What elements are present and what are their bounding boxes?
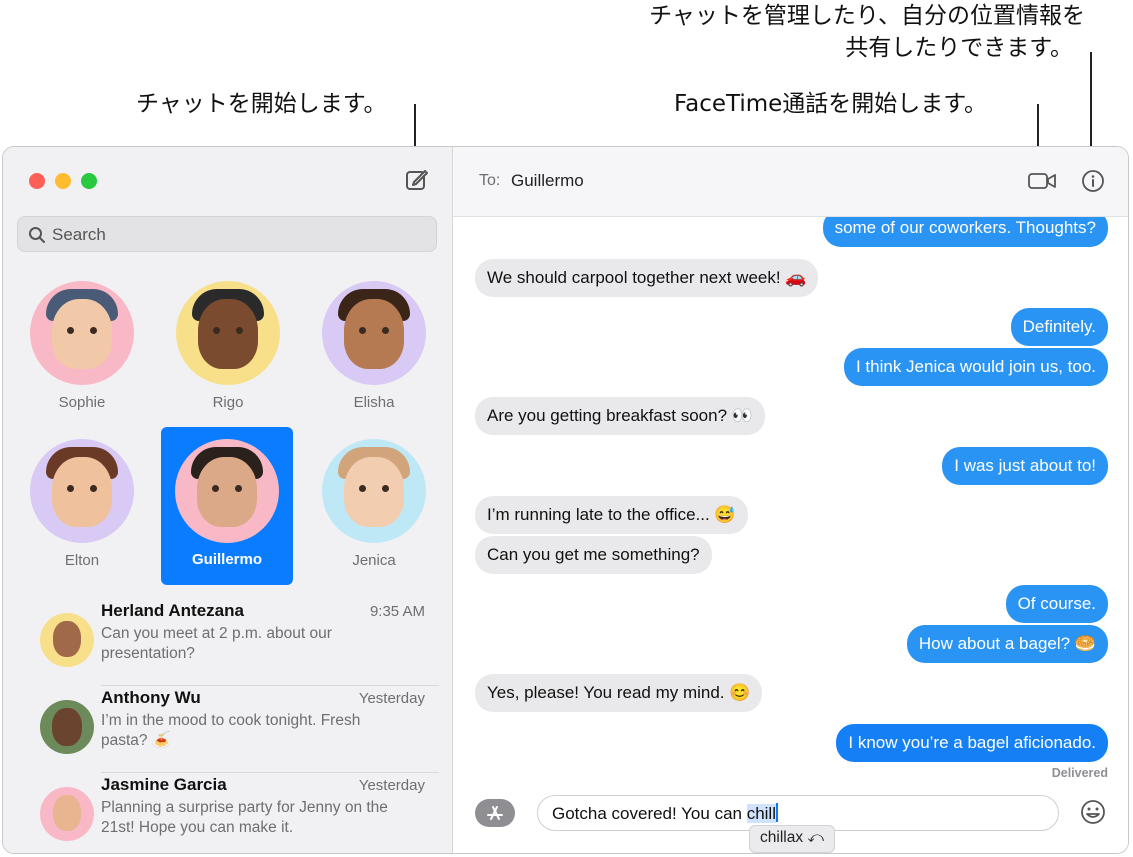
- compose-button[interactable]: [404, 167, 430, 193]
- conversation-name: Anthony Wu: [101, 688, 201, 707]
- pinned-contact-name: Jenica: [352, 552, 396, 569]
- pinned-contact-name: Rigo: [212, 394, 244, 411]
- conversation-time: Yesterday: [358, 777, 425, 794]
- message-bubble-incoming[interactable]: Yes, please! You read my mind. 😊: [475, 674, 763, 712]
- delivery-status: Delivered: [1051, 766, 1108, 780]
- zoom-window-button[interactable]: [81, 173, 97, 189]
- facetime-video-button[interactable]: [1027, 169, 1057, 197]
- pinned-contact-elisha[interactable]: Elisha: [309, 281, 439, 439]
- message-bubble-incoming[interactable]: We should carpool together next week! 🚗: [475, 259, 819, 297]
- message-bubble-outgoing[interactable]: I was just about to!: [942, 447, 1108, 485]
- avatar: [322, 439, 426, 543]
- callout-manage-line2: 共有したりできます。: [845, 35, 1073, 61]
- details-info-button[interactable]: [1081, 169, 1105, 197]
- video-icon: [1028, 173, 1056, 189]
- search-icon: [29, 227, 45, 243]
- to-label: To:: [479, 172, 501, 189]
- pinned-contact-name: Sophie: [58, 394, 106, 411]
- message-bubble-outgoing[interactable]: Definitely.: [1010, 308, 1108, 346]
- message-bubble-incoming[interactable]: Are you getting breakfast soon? 👀: [475, 397, 765, 435]
- avatar: [40, 613, 94, 667]
- autocorrect-highlight: chill: [746, 804, 776, 823]
- message-typed-text: Gotcha covered! You can: [552, 804, 747, 823]
- conversation-name: Herland Antezana: [101, 601, 244, 620]
- avatar: [176, 281, 280, 385]
- autocorrect-suggestion[interactable]: chillax ⤺: [749, 825, 835, 853]
- message-bubble-outgoing[interactable]: I know you’re a bagel aficionado.: [836, 724, 1108, 762]
- minimize-window-button[interactable]: [55, 173, 71, 189]
- pinned-contact-elton[interactable]: Elton: [17, 439, 147, 597]
- pinned-contact-guillermo[interactable]: Guillermo: [161, 427, 293, 585]
- pinned-contact-name: Elisha: [353, 394, 395, 411]
- message-bubble-outgoing[interactable]: How about a bagel? 🥯: [906, 625, 1108, 663]
- conversation-item-anthony[interactable]: Anthony Wu Yesterday I’m in the mood to …: [3, 686, 453, 773]
- conversation-time: 9:35 AM: [369, 603, 425, 620]
- message-bubble-incoming[interactable]: Can you get me something?: [475, 536, 712, 574]
- chat-header: To: Guillermo: [453, 147, 1128, 217]
- conversation-item-jasmine[interactable]: Jasmine Garcia Yesterday Planning a surp…: [3, 773, 453, 853]
- pinned-contact-sophie[interactable]: Sophie: [17, 281, 147, 439]
- conversation-name: Jasmine Garcia: [101, 775, 227, 794]
- conversation-time: Yesterday: [358, 690, 425, 707]
- avatar: [175, 439, 279, 543]
- callout-manage-line1: チャットを管理したり、自分の位置情報を: [649, 3, 1085, 29]
- app-store-icon: [487, 806, 503, 820]
- conversation-preview: Planning a surprise party for Jenny on t…: [101, 799, 388, 836]
- search-field[interactable]: Search: [17, 216, 437, 252]
- avatar: [322, 281, 426, 385]
- callout-facetime: FaceTime通話を開始します。: [674, 91, 987, 117]
- message-bubble-incoming[interactable]: I’m running late to the office... 😅: [475, 496, 748, 534]
- conversation-preview: I’m in the mood to cook tonight. Fresh p…: [101, 712, 361, 749]
- avatar: [30, 439, 134, 543]
- pinned-contact-name: Elton: [64, 552, 100, 569]
- chat-pane: To: Guillermo some of our coworkers. Tho…: [453, 147, 1128, 853]
- pinned-contact-jenica[interactable]: Jenica: [309, 439, 439, 597]
- avatar: [40, 787, 94, 841]
- message-input-text: Gotcha covered! You can chill: [552, 803, 778, 824]
- compose-icon: [406, 170, 428, 190]
- recipient-name[interactable]: Guillermo: [511, 171, 584, 191]
- conversation-item-herland[interactable]: Herland Antezana 9:35 AM Can you meet at…: [3, 599, 453, 686]
- avatar: [40, 700, 94, 754]
- sidebar: Search Sophie Rigo Elisha Elton Guillerm…: [3, 147, 453, 853]
- callout-start-chat: チャットを開始します。: [136, 91, 387, 117]
- message-bubble-outgoing[interactable]: Of course.: [1005, 585, 1108, 623]
- emoji-button[interactable]: [1079, 798, 1107, 830]
- conversation-preview: Can you meet at 2 p.m. about our present…: [101, 625, 332, 662]
- info-icon: [1082, 170, 1104, 192]
- search-placeholder: Search: [52, 225, 106, 244]
- pinned-contact-rigo[interactable]: Rigo: [163, 281, 293, 439]
- emoji-icon: [1081, 800, 1105, 824]
- apps-button[interactable]: [475, 799, 515, 827]
- pinned-contact-name: Guillermo: [191, 551, 262, 568]
- text-caret: [776, 803, 778, 822]
- messages-window: Search Sophie Rigo Elisha Elton Guillerm…: [2, 146, 1129, 854]
- close-window-button[interactable]: [29, 173, 45, 189]
- avatar: [30, 281, 134, 385]
- message-bubble-outgoing[interactable]: I think Jenica would join us, too.: [843, 348, 1108, 386]
